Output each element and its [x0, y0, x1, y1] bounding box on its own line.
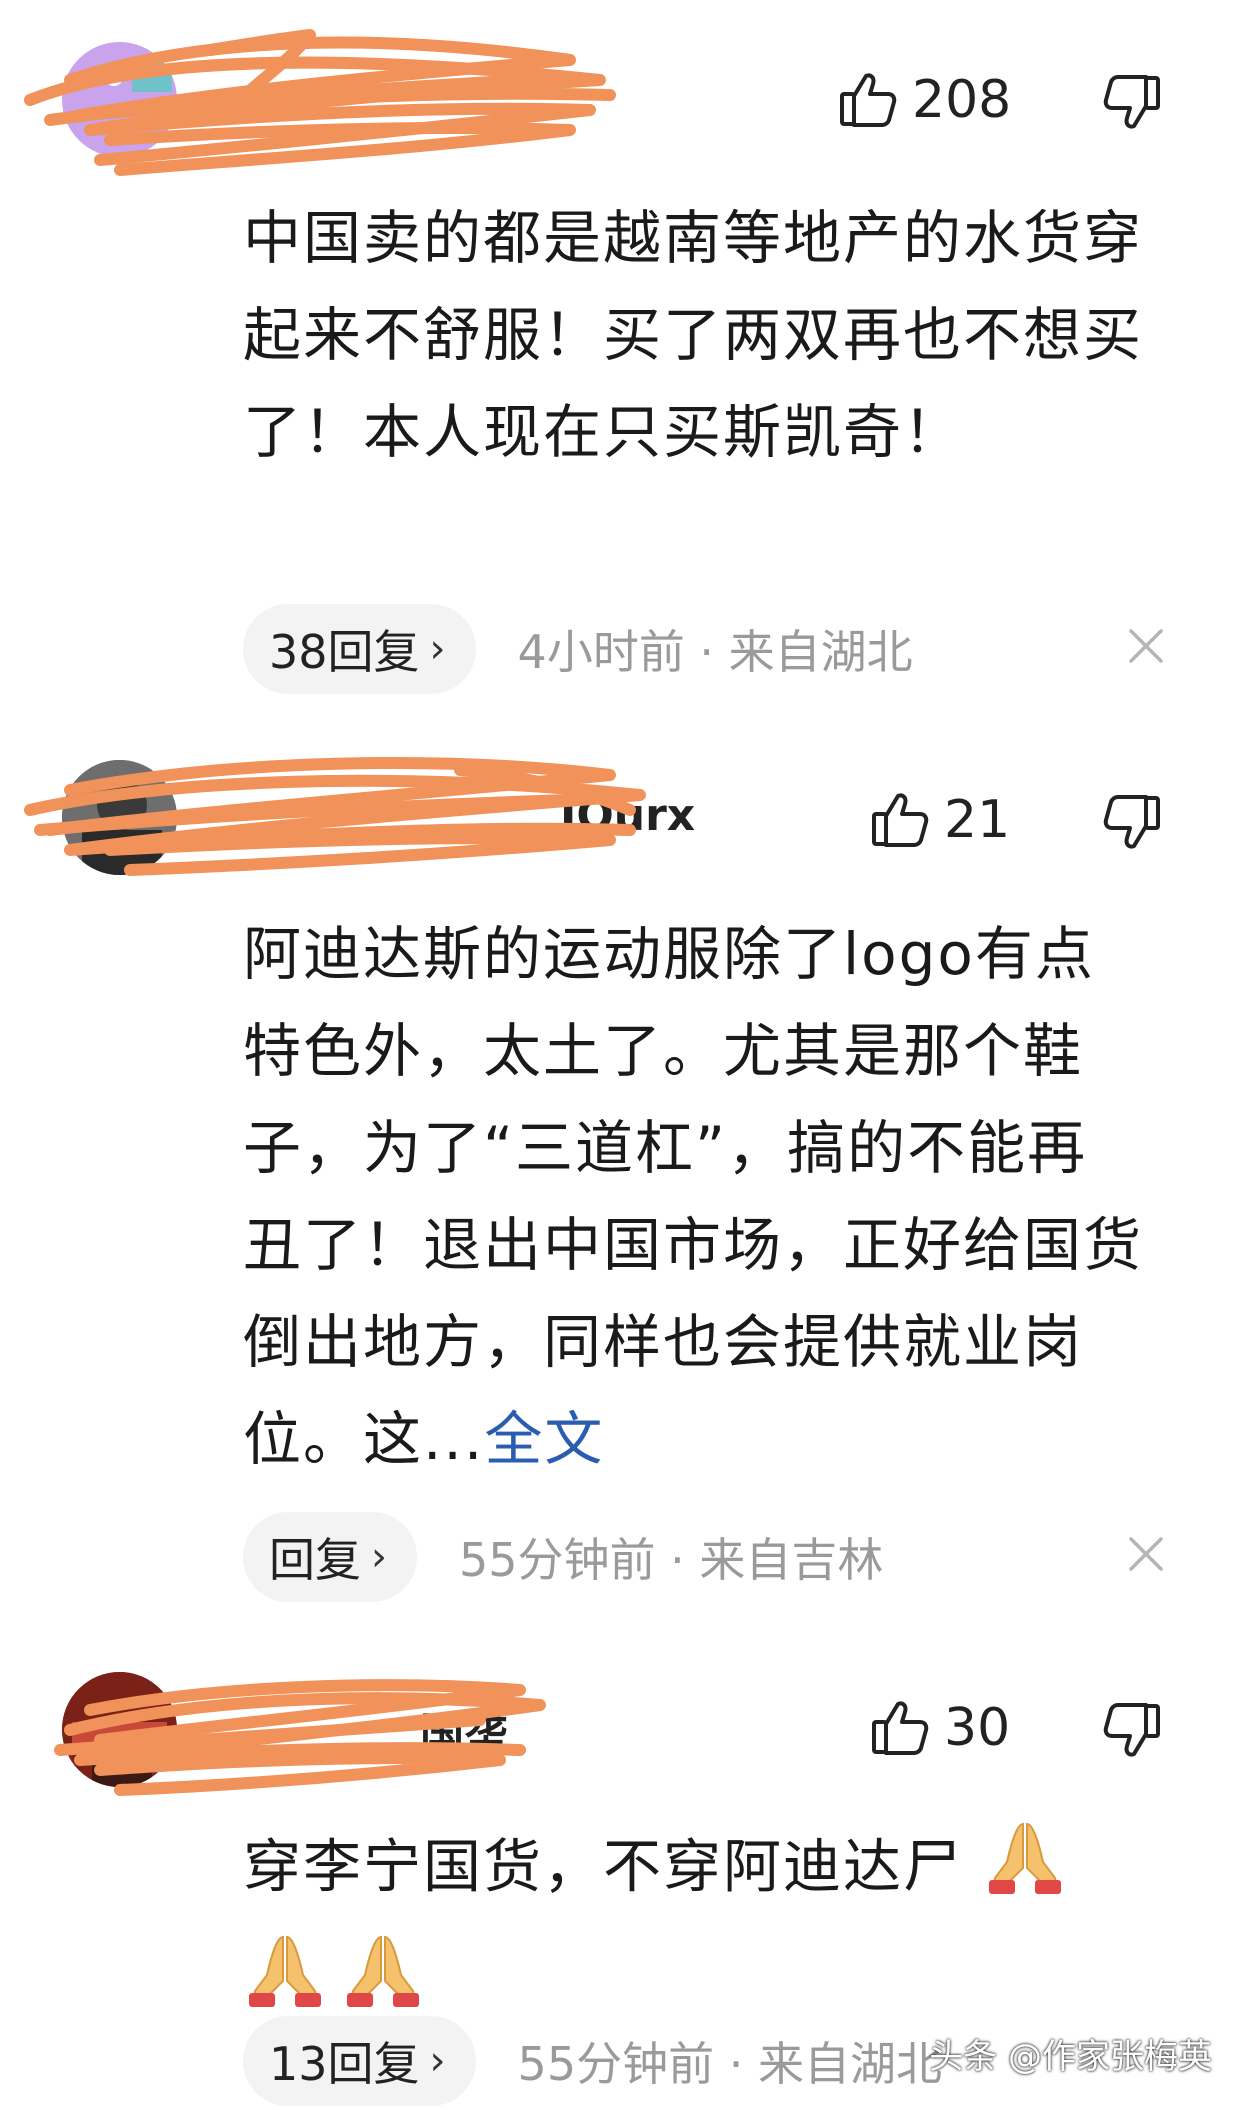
like-count: 30 [944, 1698, 1011, 1758]
comment-text: 阿迪达斯的运动服除了logo有点特色外，太土了。尤其是那个鞋子，为了“三道杠”，… [243, 906, 1143, 1496]
like-count: 208 [912, 70, 1012, 130]
comment-footer: 13回复 › 55分钟前 · 来自湖北 [243, 2016, 942, 2106]
chevron-right-icon: › [371, 1534, 387, 1580]
chevron-right-icon: › [429, 2038, 446, 2084]
comment-item: JOurx 21 阿迪达斯的运动服除了logo有点特色外，太土了。尤其是那个鞋子… [0, 720, 1236, 1620]
thumbs-down-icon[interactable] [1102, 72, 1162, 132]
avatar[interactable] [62, 760, 177, 875]
comment-body: 阿迪达斯的运动服除了logo有点特色外，太土了。尤其是那个鞋子，为了“三道杠”，… [243, 920, 1144, 1473]
like-count: 21 [944, 790, 1011, 850]
comment-footer: 回复 › 55分钟前 · 来自吉林 [243, 1512, 883, 1602]
reply-label: 13回复 [269, 2037, 420, 2091]
thumbs-up-icon[interactable] [838, 70, 898, 130]
like-group[interactable]: 21 [870, 790, 1010, 850]
reply-button[interactable]: 13回复 › [243, 2016, 476, 2106]
like-group[interactable]: 208 [838, 70, 1011, 130]
close-icon[interactable] [1126, 626, 1166, 670]
comment-footer: 38回复 › 4小时前 · 来自湖北 [243, 604, 913, 694]
comment-meta: 55分钟前 · 来自吉林 [459, 1533, 884, 1587]
avatar[interactable] [62, 42, 177, 157]
thumbs-down-icon[interactable] [1102, 792, 1162, 852]
folded-hands-emoji [983, 1814, 1067, 1927]
reply-label: 回复 [269, 1533, 361, 1587]
like-group[interactable]: 30 [870, 1698, 1010, 1758]
reply-button[interactable]: 回复 › [243, 1512, 417, 1602]
username[interactable]: 国垄 [420, 1698, 508, 1762]
comment-body: 中国卖的都是越南等地产的水货穿起来不舒服！买了两双再也不想买了！本人现在只买斯凯… [243, 204, 1144, 466]
watermark: 头条 @作家张梅英 [929, 2037, 1212, 2077]
avatar[interactable] [62, 1672, 177, 1787]
chevron-right-icon: › [429, 626, 446, 672]
comment-text: 中国卖的都是越南等地产的水货穿起来不舒服！买了两双再也不想买了！本人现在只买斯凯… [243, 190, 1143, 590]
full-text-link[interactable]: 全文 [484, 1405, 604, 1473]
comment-item: 208 中国卖的都是越南等地产的水货穿起来不舒服！买了两双再也不想买了！本人现在… [0, 0, 1236, 700]
reply-label: 38回复 [269, 625, 420, 679]
comment-text: 穿李宁国货，不穿阿迪达尸 [243, 1814, 1143, 2014]
thumbs-up-icon[interactable] [870, 1698, 930, 1758]
comment-meta: 55分钟前 · 来自湖北 [517, 2037, 942, 2091]
comment-meta: 4小时前 · 来自湖北 [517, 625, 913, 679]
thumbs-up-icon[interactable] [870, 790, 930, 850]
reply-button[interactable]: 38回复 › [243, 604, 476, 694]
comment-body: 穿李宁国货，不穿阿迪达尸 [243, 1832, 964, 1901]
username[interactable]: JOurx [560, 790, 695, 841]
close-icon[interactable] [1126, 1534, 1166, 1578]
thumbs-down-icon[interactable] [1102, 1700, 1162, 1760]
